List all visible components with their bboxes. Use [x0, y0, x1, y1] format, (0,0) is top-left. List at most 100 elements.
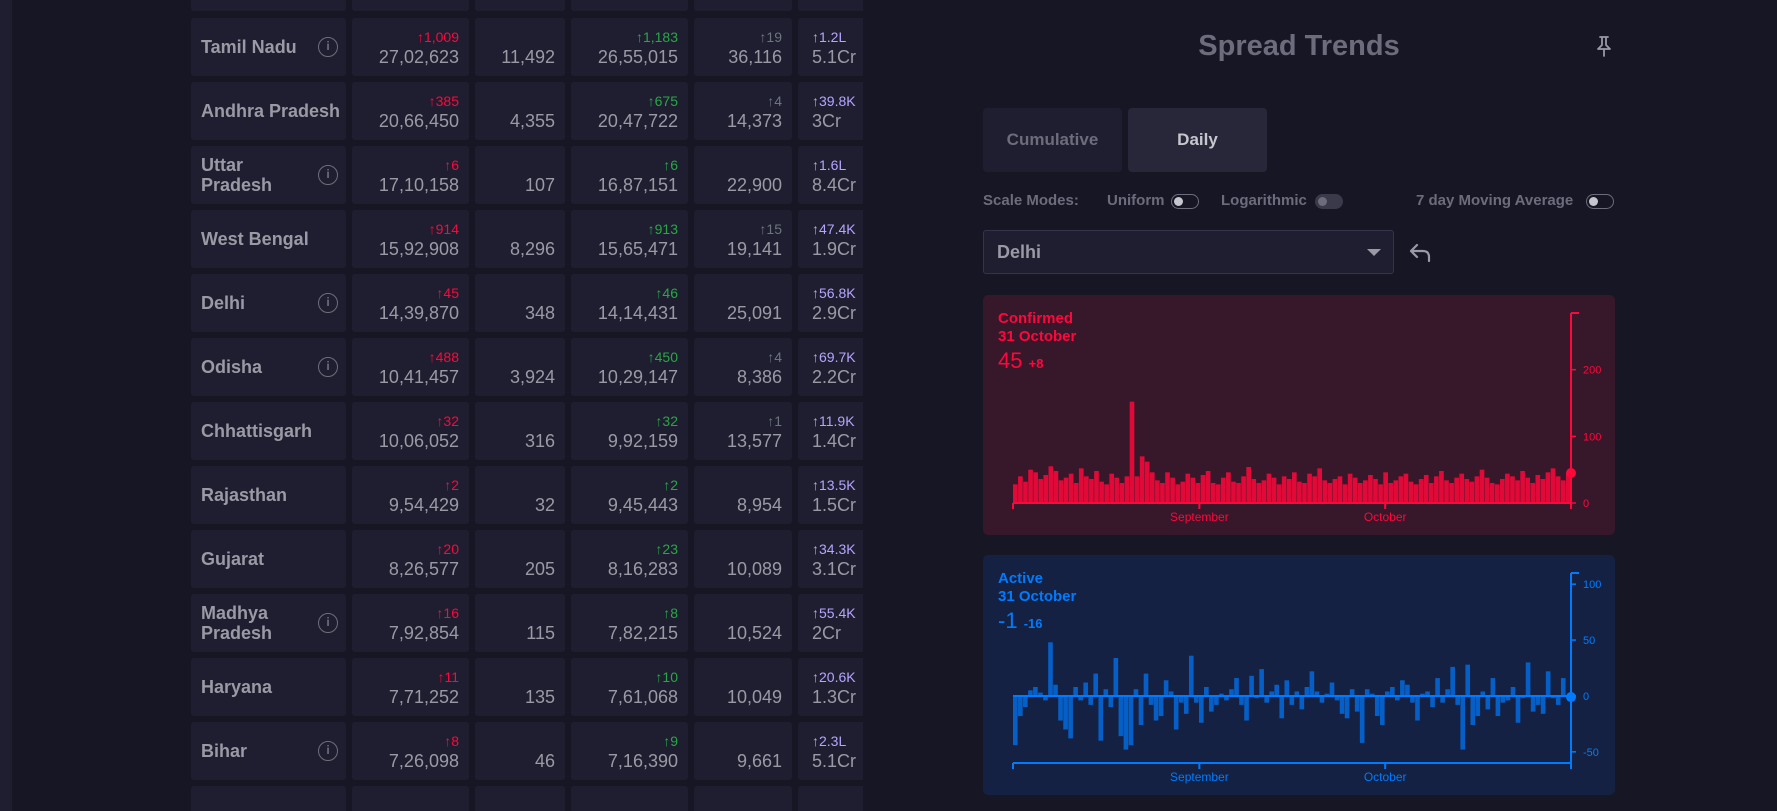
undo-icon[interactable] — [1407, 240, 1433, 264]
info-icon[interactable]: i — [318, 741, 338, 761]
chart-bar — [1439, 471, 1444, 503]
x-tick-label: September — [1170, 510, 1229, 524]
chart-bar — [1449, 483, 1454, 503]
state-name: Odisha — [201, 357, 263, 377]
chart-bar — [1163, 680, 1169, 696]
recovered-cell: ↑1,183 26,55,015 — [571, 18, 688, 76]
table-row[interactable]: Uttar Pradesh i ↑6 17,10,158 107 ↑6 16,87,151 2… — [191, 146, 863, 204]
y-tick-label: 200 — [1583, 365, 1601, 377]
active-value: 46 — [534, 751, 555, 771]
state-name-cell[interactable]: Gujarat — [191, 530, 346, 588]
chart-bar — [1302, 483, 1307, 503]
chart-bar — [1068, 695, 1073, 739]
chart-bar — [1123, 695, 1129, 750]
chart-bar — [1398, 476, 1404, 503]
state-name-cell[interactable]: Uttar Pradesh i — [191, 146, 346, 204]
pin-icon[interactable] — [1593, 34, 1615, 58]
chart-bar — [1013, 484, 1018, 503]
uniform-toggle[interactable] — [1171, 194, 1199, 209]
chart-bar — [1393, 480, 1399, 503]
chart-bar — [1540, 479, 1546, 503]
state-name-cell[interactable]: West Bengal — [191, 210, 346, 268]
logarithmic-toggle[interactable] — [1315, 194, 1343, 209]
chart-bar — [1400, 680, 1405, 696]
chart-bar — [1215, 484, 1221, 503]
table-cell — [191, 0, 346, 11]
state-name-cell[interactable]: Andhra Pradesh — [191, 82, 346, 140]
chart-bar — [1099, 481, 1104, 503]
chart-bar — [1124, 476, 1130, 503]
tested-delta: ↑11.9K — [812, 413, 855, 429]
deceased-delta: ↑1 — [767, 413, 782, 429]
region-select-value: Delhi — [997, 242, 1042, 262]
confirmed-delta: ↑45 — [436, 285, 459, 301]
chart-bar — [1485, 695, 1491, 710]
state-name-cell[interactable]: Rajasthan — [191, 466, 346, 524]
table-row[interactable]: Delhi i ↑45 14,39,870 348 ↑46 14,14,431 25,091 ↑… — [191, 274, 863, 332]
confirmed-chart-date: 31 October — [998, 328, 1077, 345]
deceased-value: 13,577 — [726, 431, 782, 451]
deceased-value: 8,954 — [736, 495, 782, 515]
confirmed-cell: ↑32 10,06,052 — [352, 402, 469, 460]
table-row[interactable]: Gujarat ↑20 8,26,577 205 ↑23 8,16,283 10,089 ↑3… — [191, 530, 863, 588]
deceased-cell: 25,091 — [694, 274, 792, 332]
table-row[interactable]: Haryana ↑11 7,71,252 135 ↑10 7,61,068 10,049 ↑2… — [191, 658, 863, 716]
active-value: 205 — [524, 559, 555, 579]
chart-bar — [1505, 473, 1510, 503]
chart-bar — [1490, 678, 1496, 696]
table-row[interactable]: Andhra Pradesh ↑385 20,66,450 4,355 ↑675 20,4… — [191, 82, 863, 140]
table-row[interactable]: Tamil Nadu i ↑1,009 27,02,623 11,492 ↑1,183 26… — [191, 18, 863, 76]
info-icon[interactable]: i — [318, 613, 338, 633]
info-icon[interactable]: i — [318, 165, 338, 185]
confirmed-value: 14,39,870 — [378, 303, 459, 323]
chart-bar — [1259, 669, 1264, 696]
state-name-cell[interactable]: Madhya Pradesh i — [191, 594, 346, 652]
chart-bar — [1073, 687, 1078, 696]
region-select[interactable]: Delhi — [983, 230, 1394, 274]
tab-cumulative[interactable]: Cumulative — [983, 108, 1122, 172]
info-icon[interactable]: i — [318, 293, 338, 313]
state-name-cell[interactable]: Tamil Nadu i — [191, 18, 346, 76]
info-icon[interactable]: i — [318, 37, 338, 57]
confirmed-delta: ↑1,009 — [416, 29, 459, 45]
chart-bar — [1264, 695, 1269, 703]
chart-bar — [1292, 472, 1297, 503]
active-cell: 316 — [475, 402, 565, 460]
chart-bar — [1226, 472, 1231, 503]
chart-bar — [1214, 695, 1219, 705]
chart-bar — [1415, 695, 1420, 721]
chart-bar — [1018, 476, 1023, 503]
chart-bar — [1405, 684, 1410, 696]
tested-value: 2Cr — [812, 623, 842, 643]
moving-average-toggle[interactable] — [1586, 194, 1614, 209]
chart-bar — [1155, 480, 1160, 503]
recovered-delta: ↑2 — [663, 477, 678, 493]
table-row[interactable]: Bihar i ↑8 7,26,098 46 ↑9 7,16,390 9,661 ↑2.3L 5.… — [191, 722, 863, 780]
chart-bar — [1183, 695, 1189, 714]
state-name-cell[interactable]: Chhattisgarh — [191, 402, 346, 460]
chart-bar — [1410, 695, 1415, 703]
tab-daily[interactable]: Daily — [1128, 108, 1267, 172]
panel-title: Spread Trends — [1198, 30, 1400, 62]
state-name-cell[interactable]: Haryana — [191, 658, 346, 716]
recovered-cell: ↑32 9,92,159 — [571, 402, 688, 460]
chart-bar — [1430, 695, 1435, 708]
table-row[interactable]: Chhattisgarh ↑32 10,06,052 316 ↑32 9,92,159 ↑1… — [191, 402, 863, 460]
state-name-cell[interactable]: Delhi i — [191, 274, 346, 332]
table-row[interactable]: West Bengal ↑914 15,92,908 8,296 ↑913 15,65,4… — [191, 210, 863, 268]
table-row[interactable]: Rajasthan ↑2 9,54,429 32 ↑2 9,45,443 8,954 ↑13.… — [191, 466, 863, 524]
chart-bar — [1148, 695, 1154, 705]
confirmed-value: 9,54,429 — [388, 495, 459, 515]
state-name-cell[interactable]: Bihar i — [191, 722, 346, 780]
chart-bar — [1188, 655, 1194, 696]
state-name-cell[interactable]: Odisha i — [191, 338, 346, 396]
chart-bar — [1470, 695, 1476, 725]
left-rail — [0, 0, 12, 811]
uniform-label: Uniform — [1107, 192, 1165, 209]
info-icon[interactable]: i — [318, 357, 338, 377]
confirmed-delta: ↑11 — [437, 669, 459, 685]
table-row[interactable]: Madhya Pradesh i ↑16 7,92,854 115 ↑8 7,82,215 1… — [191, 594, 863, 652]
table-row[interactable]: Odisha i ↑488 10,41,457 3,924 ↑450 10,29,147 ↑4… — [191, 338, 863, 396]
chart-bar — [1388, 483, 1394, 503]
active-value: 11,492 — [501, 47, 555, 67]
